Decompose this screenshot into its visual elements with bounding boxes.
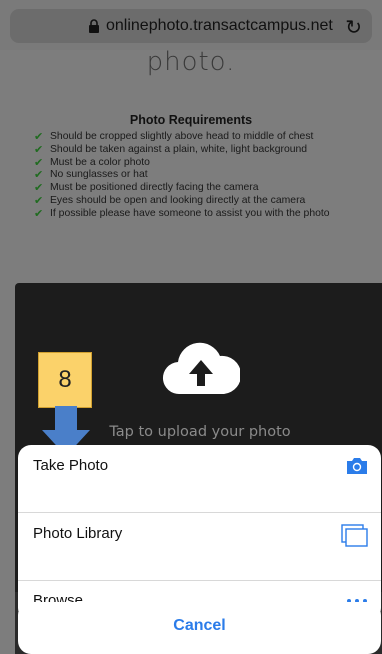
requirement-item: ✔ Must be positioned directly facing the … <box>34 182 259 195</box>
step-number-badge: 8 <box>38 352 92 408</box>
cloud-upload-icon[interactable] <box>162 340 240 396</box>
browser-url-bar: onlinephoto.transactcampus.net ↻ <box>0 0 382 50</box>
url-text: onlinephoto.transactcampus.net <box>106 17 333 34</box>
requirement-item: ✔ If possible please have someone to assi… <box>34 207 330 220</box>
requirement-item: ✔ Should be taken against a plain, white,… <box>34 143 308 156</box>
cancel-button[interactable]: Cancel <box>18 602 381 654</box>
photo-library-icon <box>341 524 368 547</box>
check-icon: ✔ <box>34 156 44 169</box>
take-photo-option[interactable]: Take Photo <box>18 445 381 490</box>
check-icon: ✔ <box>34 131 44 143</box>
camera-icon <box>347 458 367 474</box>
action-sheet: Take Photo Photo Library Browse <box>18 445 381 621</box>
lock-icon <box>89 19 99 33</box>
check-icon: ✔ <box>34 194 44 207</box>
photo-library-option[interactable]: Photo Library <box>18 513 381 558</box>
requirement-item: ✔ Eyes should be open and looking directl… <box>34 194 306 207</box>
reload-icon[interactable]: ↻ <box>345 15 362 40</box>
requirement-item: ✔ Should be cropped slightly above head t… <box>34 131 314 143</box>
requirement-item: ✔ Must be a color photo <box>34 156 150 169</box>
photo-library-label: Photo Library <box>33 525 123 542</box>
requirements-title: Photo Requirements <box>129 113 253 127</box>
requirements-list: ✔ Should be cropped slightly above head t… <box>34 131 370 221</box>
check-icon: ✔ <box>34 169 44 182</box>
check-icon: ✔ <box>34 143 44 156</box>
requirement-item: ✔ No sunglasses or hat <box>34 169 148 182</box>
page-heading: photo. <box>146 47 236 77</box>
address-field[interactable]: onlinephoto.transactcampus.net ↻ <box>10 9 372 43</box>
check-icon: ✔ <box>34 182 44 195</box>
check-icon: ✔ <box>34 207 44 220</box>
take-photo-label: Take Photo <box>33 457 109 474</box>
